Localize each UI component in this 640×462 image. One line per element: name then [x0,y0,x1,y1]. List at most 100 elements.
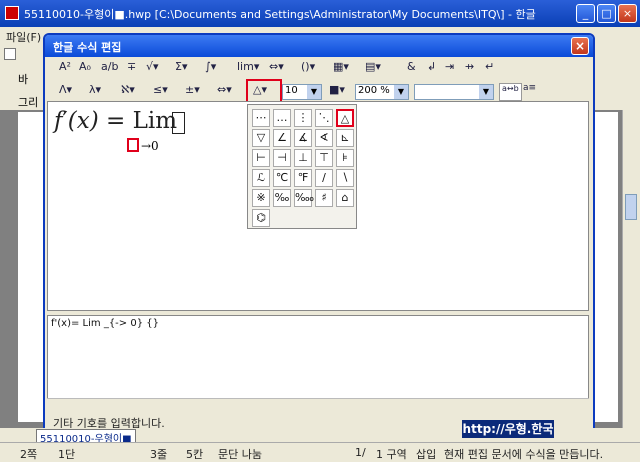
symbol-cell[interactable]: ⊧ [336,149,354,167]
operator-icon[interactable]: ±▾ [185,83,200,101]
overline-icon[interactable]: ∓ [127,60,136,78]
symbol-cell[interactable]: ℉ [294,169,312,187]
app-title: 55110010-우형이■.hwp [C:\Documents and Sett… [24,8,536,21]
greek-lower-icon[interactable]: λ▾ [89,83,101,101]
status-section2: 1 구역 [376,448,407,461]
status-section: 1단 [58,448,76,461]
other-symbols-icon[interactable]: △▾ [253,83,267,101]
hebrew-icon[interactable]: ℵ▾ [121,83,135,101]
symbol-cell[interactable]: ‱ [294,189,314,207]
eq-func: f [54,108,63,134]
toolbar-label-b: 그리 [18,96,39,109]
zoom-value: 200 % [358,85,390,96]
symbol-cell[interactable]: … [273,109,291,127]
lim-icon[interactable]: lim▾ [237,60,259,78]
eq-subscript: →0 [141,139,159,153]
symbol-cell[interactable]: ⊢ [252,149,270,167]
arrow-icon[interactable]: ⇔▾ [269,60,284,78]
symbol-cell[interactable]: ℃ [273,169,291,187]
status-line: 3줄 [150,448,168,461]
eq-arg: (x) [67,108,99,134]
chevron-down-icon[interactable]: ▼ [394,85,408,99]
integral-icon[interactable]: ∫▾ [205,60,216,78]
close-icon[interactable]: × [618,4,637,23]
script-text: f'(x)= Lim _{-> 0} {} [51,318,159,329]
arrows-icon[interactable]: ⇔▾ [217,83,232,101]
sub-icon[interactable]: A₀ [79,60,91,78]
bold-icon[interactable]: & [407,60,416,78]
dialog-close-button[interactable]: × [571,37,589,55]
symbol-cell[interactable]: ⌬ [252,209,270,227]
symbol-cell-selected[interactable]: △ [336,109,354,127]
dialog-title: 한글 수식 편집 [53,41,122,54]
root-icon[interactable]: √▾ [146,60,159,78]
exit-icon[interactable]: ↵ [485,60,494,78]
symbol-cell[interactable]: ⊣ [273,149,291,167]
dialog-title-bar: 한글 수식 편집 × [45,35,593,57]
app-logo-icon [5,6,19,20]
subscript-icon[interactable]: A² [59,60,71,78]
symbol-cell[interactable]: ∡ [294,129,312,147]
eq-subscript-highlight[interactable] [127,138,139,152]
vertical-scrollbar[interactable] [622,110,640,428]
eq-equals: = [105,108,126,134]
symbol-cell[interactable]: ℒ [252,169,270,187]
symbol-cell[interactable]: ▽ [252,129,270,147]
minimize-icon[interactable]: _ [576,4,595,23]
font-size-value: 10 [285,85,298,96]
app-title-bar: 55110010-우형이■.hwp [C:\Documents and Sett… [0,0,640,27]
symbol-cell[interactable]: ∢ [315,129,333,147]
font-size-select[interactable]: 10 ▼ [282,84,322,100]
status-message: 현재 편집 문서에 수식을 만듭니다. [444,448,604,461]
spacing-icon[interactable]: a≡ [523,83,536,101]
status-insert: 삽입 [416,448,437,461]
ins-icon[interactable]: ⇸ [465,60,474,78]
symbol-cell[interactable]: ∕ [315,169,333,187]
symbol-cell[interactable]: ♯ [315,189,333,207]
symbol-cell[interactable]: ∖ [336,169,354,187]
equation-text: f′(x) = Lim [54,108,177,134]
symbol-cell[interactable]: ⌂ [336,189,354,207]
horizontal-scrollbar[interactable] [47,398,589,412]
chevron-down-icon[interactable]: ▼ [307,85,321,99]
fraction-icon[interactable]: a/b [101,60,118,78]
status-pages: 1/ [355,446,366,459]
zoom-select[interactable]: 200 % ▼ [355,84,409,100]
apply-icon[interactable]: ⇥ [445,60,454,78]
toolbar-label-a: 바 [18,73,29,86]
watermark: http://우형.한국 [462,420,554,438]
chevron-down-icon[interactable]: ▼ [479,85,493,99]
symbol-cell[interactable]: ⊾ [336,129,354,147]
status-page: 2쪽 [20,448,38,461]
new-doc-icon[interactable] [4,48,16,60]
greek-upper-icon[interactable]: Λ▾ [59,83,72,101]
maximize-icon[interactable]: □ [597,4,616,23]
symbol-cell[interactable]: ⊤ [315,149,333,167]
font-select[interactable]: ▼ [414,84,494,100]
toolbar-right-strip [595,45,640,110]
symbol-cell[interactable]: ⋮ [294,109,312,127]
scroll-thumb[interactable] [625,194,637,220]
menu-item-file[interactable]: 파일(F) [6,29,41,45]
symbol-cell[interactable]: ⋯ [252,109,270,127]
paren-icon[interactable]: ()▾ [301,60,315,78]
sample-icon[interactable]: a↔b [499,83,522,101]
app-status-bar: 2쪽 1단 3줄 5칸 문단 나눔 1/ 1 구역 삽입 현재 편집 문서에 수… [0,442,640,461]
matrix-icon[interactable]: ▦▾ [333,60,349,78]
equation-script-editor[interactable]: f'(x)= Lim _{-> 0} {} [47,315,589,410]
symbol-cell[interactable]: ‰ [273,189,291,207]
symbol-cell[interactable]: ⊥ [294,149,312,167]
equation-toolbar-1: A² A₀ a/b ∓ √▾ Σ▾ ∫▾ lim▾ ⇔▾ ()▾ ▦▾ ▤▾ &… [45,57,593,81]
color-icon[interactable]: ■▾ [329,83,345,101]
relation-icon[interactable]: ≤▾ [153,83,168,101]
status-mode: 문단 나눔 [218,448,262,461]
table-icon[interactable]: ▤▾ [365,60,381,78]
equation-editor-dialog: 한글 수식 편집 × A² A₀ a/b ∓ √▾ Σ▾ ∫▾ lim▾ ⇔▾ … [43,33,595,431]
enter-icon[interactable]: ↲ [427,60,436,78]
symbol-cell[interactable]: ∠ [273,129,291,147]
status-col: 5칸 [186,448,204,461]
symbol-cell[interactable]: ※ [252,189,270,207]
sum-icon[interactable]: Σ▾ [175,60,187,78]
symbol-cell[interactable]: ⋱ [315,109,333,127]
eq-placeholder-box[interactable] [172,112,185,134]
